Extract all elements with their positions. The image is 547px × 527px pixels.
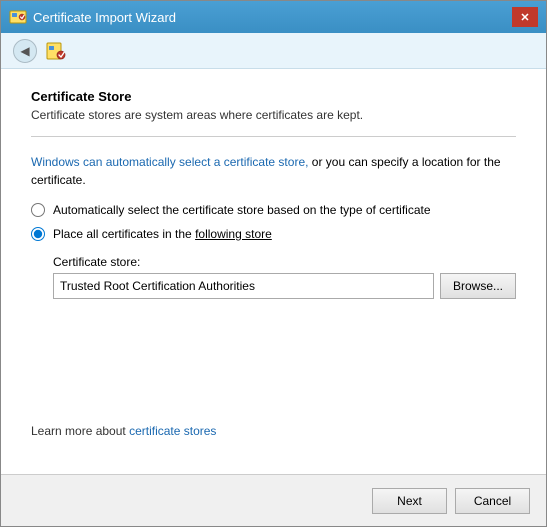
close-button[interactable]: ✕: [512, 7, 538, 27]
window-title: Certificate Import Wizard: [33, 10, 176, 25]
section-title: Certificate Store: [31, 89, 516, 104]
wizard-icon: [9, 8, 27, 26]
cert-store-group: Certificate store: Browse...: [53, 255, 516, 299]
radio-auto-label: Automatically select the certificate sto…: [53, 203, 431, 217]
back-button[interactable]: ◀: [13, 39, 37, 63]
divider: [31, 136, 516, 137]
spacer: [31, 313, 516, 424]
next-button[interactable]: Next: [372, 488, 447, 514]
radio-place-prefix: Place all certificates in the: [53, 227, 195, 241]
title-bar-left: Certificate Import Wizard: [9, 8, 176, 26]
nav-bar: ◀: [1, 33, 546, 69]
radio-place-item[interactable]: Place all certificates in the following …: [31, 227, 516, 241]
wizard-window: Certificate Import Wizard ✕ ◀ Certificat…: [0, 0, 547, 527]
radio-auto-item[interactable]: Automatically select the certificate sto…: [31, 203, 516, 217]
cert-store-label: Certificate store:: [53, 255, 516, 269]
cert-store-input[interactable]: [53, 273, 434, 299]
radio-place-input[interactable]: [31, 227, 45, 241]
title-bar: Certificate Import Wizard ✕: [1, 1, 546, 33]
learn-more-link[interactable]: certificate stores: [129, 424, 216, 438]
cancel-button[interactable]: Cancel: [455, 488, 530, 514]
info-text: Windows can automatically select a certi…: [31, 153, 516, 189]
footer: Next Cancel: [1, 474, 546, 526]
learn-more-prefix: Learn more about: [31, 424, 129, 438]
nav-cert-icon: [45, 40, 67, 62]
browse-button[interactable]: Browse...: [440, 273, 516, 299]
cert-store-row: Browse...: [53, 273, 516, 299]
section-desc: Certificate stores are system areas wher…: [31, 108, 516, 122]
learn-more: Learn more about certificate stores: [31, 424, 516, 438]
main-content: Certificate Store Certificate stores are…: [1, 69, 546, 474]
title-bar-controls: ✕: [512, 7, 538, 27]
info-text-part1: Windows can automatically select a certi…: [31, 155, 312, 169]
radio-place-underline: following store: [195, 227, 272, 241]
radio-auto-input[interactable]: [31, 203, 45, 217]
back-arrow-icon: ◀: [20, 44, 29, 58]
radio-group: Automatically select the certificate sto…: [31, 203, 516, 299]
radio-place-label: Place all certificates in the following …: [53, 227, 272, 241]
